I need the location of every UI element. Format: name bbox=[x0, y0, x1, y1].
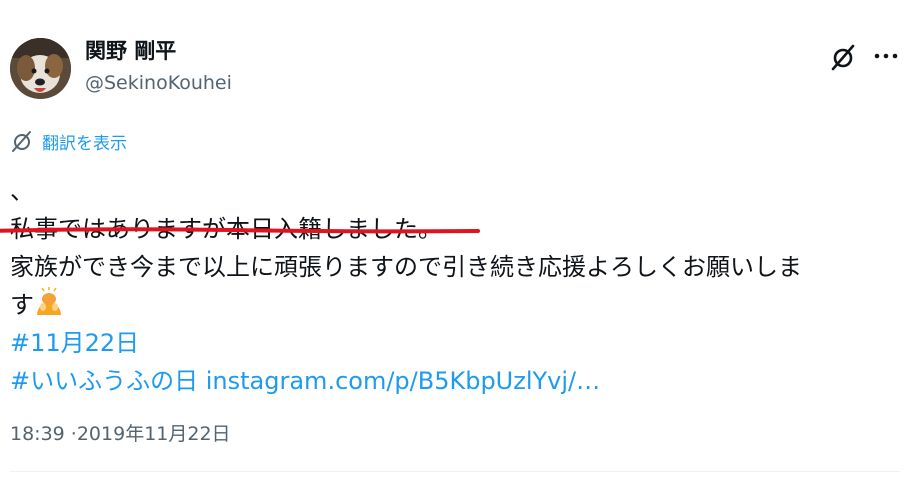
red-underline-annotation bbox=[0, 227, 480, 234]
grok-icon[interactable] bbox=[829, 43, 857, 71]
translate-button[interactable]: 翻訳を表示 bbox=[10, 128, 127, 154]
hashtag-line: #11月22日 bbox=[10, 324, 910, 362]
grok-icon bbox=[12, 131, 31, 152]
author-handle[interactable]: @SekinoKouhei bbox=[85, 70, 232, 96]
tweet-line: 家族ができ今まで以上に頑張りますので引き続き応援よろしくお願いしま bbox=[10, 253, 802, 281]
avatar[interactable] bbox=[10, 38, 71, 99]
tweet-line-text: す bbox=[10, 291, 34, 319]
dog-avatar-image bbox=[10, 38, 71, 99]
hashtag-link[interactable]: #11月22日 bbox=[10, 329, 139, 357]
hashtag-link-line: #いいふうふの日 instagram.com/p/B5KbpUzlYvj/… bbox=[10, 362, 910, 400]
tweet-line: 、 bbox=[10, 177, 34, 205]
tweet-line-with-emoji: す bbox=[10, 286, 910, 324]
author-name[interactable]: 関野 剛平 bbox=[85, 38, 176, 64]
instagram-link[interactable]: instagram.com/p/B5KbpUzlYvj/… bbox=[206, 367, 600, 395]
hashtag-link[interactable]: #いいふうふの日 bbox=[10, 367, 198, 395]
more-icon[interactable] bbox=[872, 44, 900, 68]
translate-label: 翻訳を表示 bbox=[42, 133, 127, 154]
tweet-text: 、 私事ではありますが本日入籍しました。 家族ができ今まで以上に頑張りますので引… bbox=[10, 172, 910, 400]
tweet-timestamp[interactable]: 18:39 ·2019年11月22日 bbox=[10, 419, 231, 446]
person-bowing-emoji bbox=[37, 287, 61, 315]
divider bbox=[10, 471, 900, 472]
